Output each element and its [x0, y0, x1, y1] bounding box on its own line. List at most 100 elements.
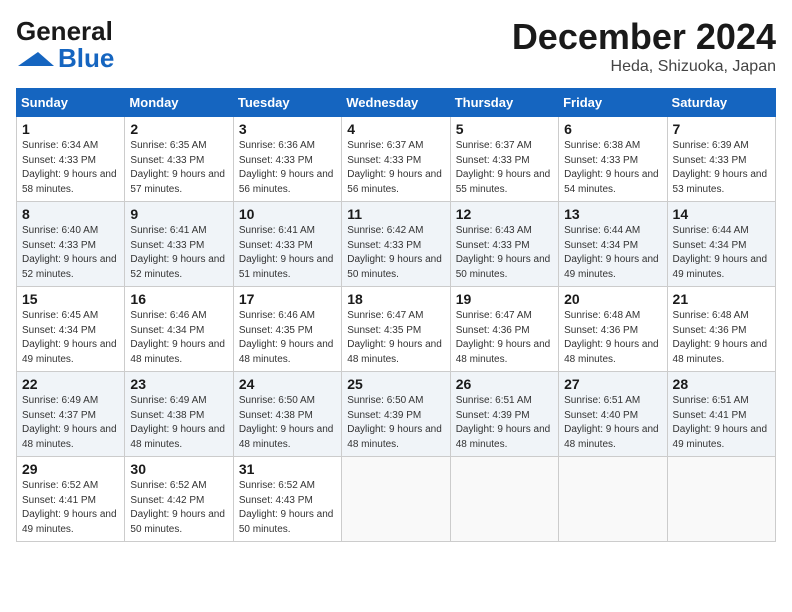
day-detail: Sunrise: 6:46 AMSunset: 4:34 PMDaylight:… [130, 309, 227, 367]
day-number: 15 [22, 291, 119, 307]
calendar-cell: 22 Sunrise: 6:49 AMSunset: 4:37 PMDayligh… [17, 372, 125, 457]
calendar-table: SundayMondayTuesdayWednesdayThursdayFrid… [16, 88, 776, 542]
day-number: 20 [564, 291, 661, 307]
calendar-header-row: SundayMondayTuesdayWednesdayThursdayFrid… [17, 89, 776, 117]
day-detail: Sunrise: 6:49 AMSunset: 4:37 PMDaylight:… [22, 394, 119, 452]
calendar-cell: 8 Sunrise: 6:40 AMSunset: 4:33 PMDaylight… [17, 202, 125, 287]
calendar-week-row: 22 Sunrise: 6:49 AMSunset: 4:37 PMDayligh… [17, 372, 776, 457]
calendar-cell: 20 Sunrise: 6:48 AMSunset: 4:36 PMDayligh… [559, 287, 667, 372]
day-number: 12 [456, 206, 553, 222]
day-detail: Sunrise: 6:45 AMSunset: 4:34 PMDaylight:… [22, 309, 119, 367]
day-detail: Sunrise: 6:42 AMSunset: 4:33 PMDaylight:… [347, 224, 444, 282]
calendar-cell: 11 Sunrise: 6:42 AMSunset: 4:33 PMDayligh… [342, 202, 450, 287]
day-detail: Sunrise: 6:51 AMSunset: 4:40 PMDaylight:… [564, 394, 661, 452]
day-number: 25 [347, 376, 444, 392]
day-number: 4 [347, 121, 444, 137]
calendar-cell: 2Sunrise: 6:35 AMSunset: 4:33 PMDaylight… [125, 117, 233, 202]
day-number: 14 [673, 206, 770, 222]
day-number: 2 [130, 121, 227, 137]
calendar-cell: 28Sunrise: 6:51 AMSunset: 4:41 PMDayligh… [667, 372, 775, 457]
weekday-header-monday: Monday [125, 89, 233, 117]
day-detail: Sunrise: 6:51 AMSunset: 4:41 PMDaylight:… [673, 394, 770, 452]
day-number: 17 [239, 291, 336, 307]
weekday-header-wednesday: Wednesday [342, 89, 450, 117]
logo-general: General [16, 16, 113, 46]
calendar-cell: 14 Sunrise: 6:44 AMSunset: 4:34 PMDayligh… [667, 202, 775, 287]
weekday-header-sunday: Sunday [17, 89, 125, 117]
day-detail: Sunrise: 6:36 AMSunset: 4:33 PMDaylight:… [239, 139, 336, 197]
day-number: 13 [564, 206, 661, 222]
calendar-cell: 7 Sunrise: 6:39 AMSunset: 4:33 PMDaylight… [667, 117, 775, 202]
calendar-cell: 15 Sunrise: 6:45 AMSunset: 4:34 PMDayligh… [17, 287, 125, 372]
day-detail: Sunrise: 6:51 AMSunset: 4:39 PMDaylight:… [456, 394, 553, 452]
location-title: Heda, Shizuoka, Japan [512, 58, 776, 76]
calendar-week-row: 8 Sunrise: 6:40 AMSunset: 4:33 PMDaylight… [17, 202, 776, 287]
day-number: 19 [456, 291, 553, 307]
day-number: 7 [673, 121, 770, 137]
page-header: General Blue December 2024 Heda, Shizuok… [16, 16, 776, 76]
calendar-cell: 12Sunrise: 6:43 AMSunset: 4:33 PMDayligh… [450, 202, 558, 287]
day-detail: Sunrise: 6:38 AMSunset: 4:33 PMDaylight:… [564, 139, 661, 197]
calendar-cell [559, 457, 667, 542]
day-number: 11 [347, 206, 444, 222]
weekday-header-saturday: Saturday [667, 89, 775, 117]
day-number: 9 [130, 206, 227, 222]
day-detail: Sunrise: 6:37 AMSunset: 4:33 PMDaylight:… [456, 139, 553, 197]
logo: General Blue [16, 16, 114, 74]
day-number: 3 [239, 121, 336, 137]
day-number: 27 [564, 376, 661, 392]
calendar-cell: 18Sunrise: 6:47 AMSunset: 4:35 PMDayligh… [342, 287, 450, 372]
day-detail: Sunrise: 6:47 AMSunset: 4:35 PMDaylight:… [347, 309, 444, 367]
calendar-cell: 13 Sunrise: 6:44 AMSunset: 4:34 PMDayligh… [559, 202, 667, 287]
day-number: 16 [130, 291, 227, 307]
calendar-week-row: 1 Sunrise: 6:34 AMSunset: 4:33 PMDaylight… [17, 117, 776, 202]
day-detail: Sunrise: 6:44 AMSunset: 4:34 PMDaylight:… [673, 224, 770, 282]
day-detail: Sunrise: 6:41 AMSunset: 4:33 PMDaylight:… [239, 224, 336, 282]
calendar-cell: 5 Sunrise: 6:37 AMSunset: 4:33 PMDaylight… [450, 117, 558, 202]
calendar-cell: 16 Sunrise: 6:46 AMSunset: 4:34 PMDayligh… [125, 287, 233, 372]
day-detail: Sunrise: 6:52 AMSunset: 4:41 PMDaylight:… [22, 479, 119, 537]
day-number: 8 [22, 206, 119, 222]
weekday-header-thursday: Thursday [450, 89, 558, 117]
day-number: 21 [673, 291, 770, 307]
calendar-cell [450, 457, 558, 542]
day-number: 30 [130, 461, 227, 477]
day-detail: Sunrise: 6:44 AMSunset: 4:34 PMDaylight:… [564, 224, 661, 282]
day-number: 29 [22, 461, 119, 477]
logo-blue: Blue [58, 43, 114, 74]
calendar-cell: 3 Sunrise: 6:36 AMSunset: 4:33 PMDaylight… [233, 117, 341, 202]
day-number: 24 [239, 376, 336, 392]
day-detail: Sunrise: 6:52 AMSunset: 4:42 PMDaylight:… [130, 479, 227, 537]
day-number: 1 [22, 121, 119, 137]
day-number: 10 [239, 206, 336, 222]
calendar-cell: 19 Sunrise: 6:47 AMSunset: 4:36 PMDayligh… [450, 287, 558, 372]
day-detail: Sunrise: 6:50 AMSunset: 4:39 PMDaylight:… [347, 394, 444, 452]
day-detail: Sunrise: 6:47 AMSunset: 4:36 PMDaylight:… [456, 309, 553, 367]
calendar-cell: 9 Sunrise: 6:41 AMSunset: 4:33 PMDaylight… [125, 202, 233, 287]
weekday-header-friday: Friday [559, 89, 667, 117]
calendar-cell: 21 Sunrise: 6:48 AMSunset: 4:36 PMDayligh… [667, 287, 775, 372]
calendar-week-row: 15 Sunrise: 6:45 AMSunset: 4:34 PMDayligh… [17, 287, 776, 372]
day-detail: Sunrise: 6:50 AMSunset: 4:38 PMDaylight:… [239, 394, 336, 452]
calendar-cell: 29 Sunrise: 6:52 AMSunset: 4:41 PMDayligh… [17, 457, 125, 542]
day-detail: Sunrise: 6:39 AMSunset: 4:33 PMDaylight:… [673, 139, 770, 197]
calendar-cell [667, 457, 775, 542]
day-number: 5 [456, 121, 553, 137]
calendar-cell: 4Sunrise: 6:37 AMSunset: 4:33 PMDaylight… [342, 117, 450, 202]
day-number: 31 [239, 461, 336, 477]
day-number: 22 [22, 376, 119, 392]
day-detail: Sunrise: 6:41 AMSunset: 4:33 PMDaylight:… [130, 224, 227, 282]
calendar-cell: 30 Sunrise: 6:52 AMSunset: 4:42 PMDayligh… [125, 457, 233, 542]
day-detail: Sunrise: 6:40 AMSunset: 4:33 PMDaylight:… [22, 224, 119, 282]
day-number: 23 [130, 376, 227, 392]
title-block: December 2024 Heda, Shizuoka, Japan [512, 16, 776, 76]
day-detail: Sunrise: 6:48 AMSunset: 4:36 PMDaylight:… [673, 309, 770, 367]
calendar-cell: 6Sunrise: 6:38 AMSunset: 4:33 PMDaylight… [559, 117, 667, 202]
calendar-cell: 17Sunrise: 6:46 AMSunset: 4:35 PMDayligh… [233, 287, 341, 372]
day-detail: Sunrise: 6:48 AMSunset: 4:36 PMDaylight:… [564, 309, 661, 367]
calendar-cell: 27 Sunrise: 6:51 AMSunset: 4:40 PMDayligh… [559, 372, 667, 457]
logo-icon [16, 50, 56, 68]
calendar-cell: 10 Sunrise: 6:41 AMSunset: 4:33 PMDayligh… [233, 202, 341, 287]
calendar-cell: 23Sunrise: 6:49 AMSunset: 4:38 PMDayligh… [125, 372, 233, 457]
day-detail: Sunrise: 6:34 AMSunset: 4:33 PMDaylight:… [22, 139, 119, 197]
